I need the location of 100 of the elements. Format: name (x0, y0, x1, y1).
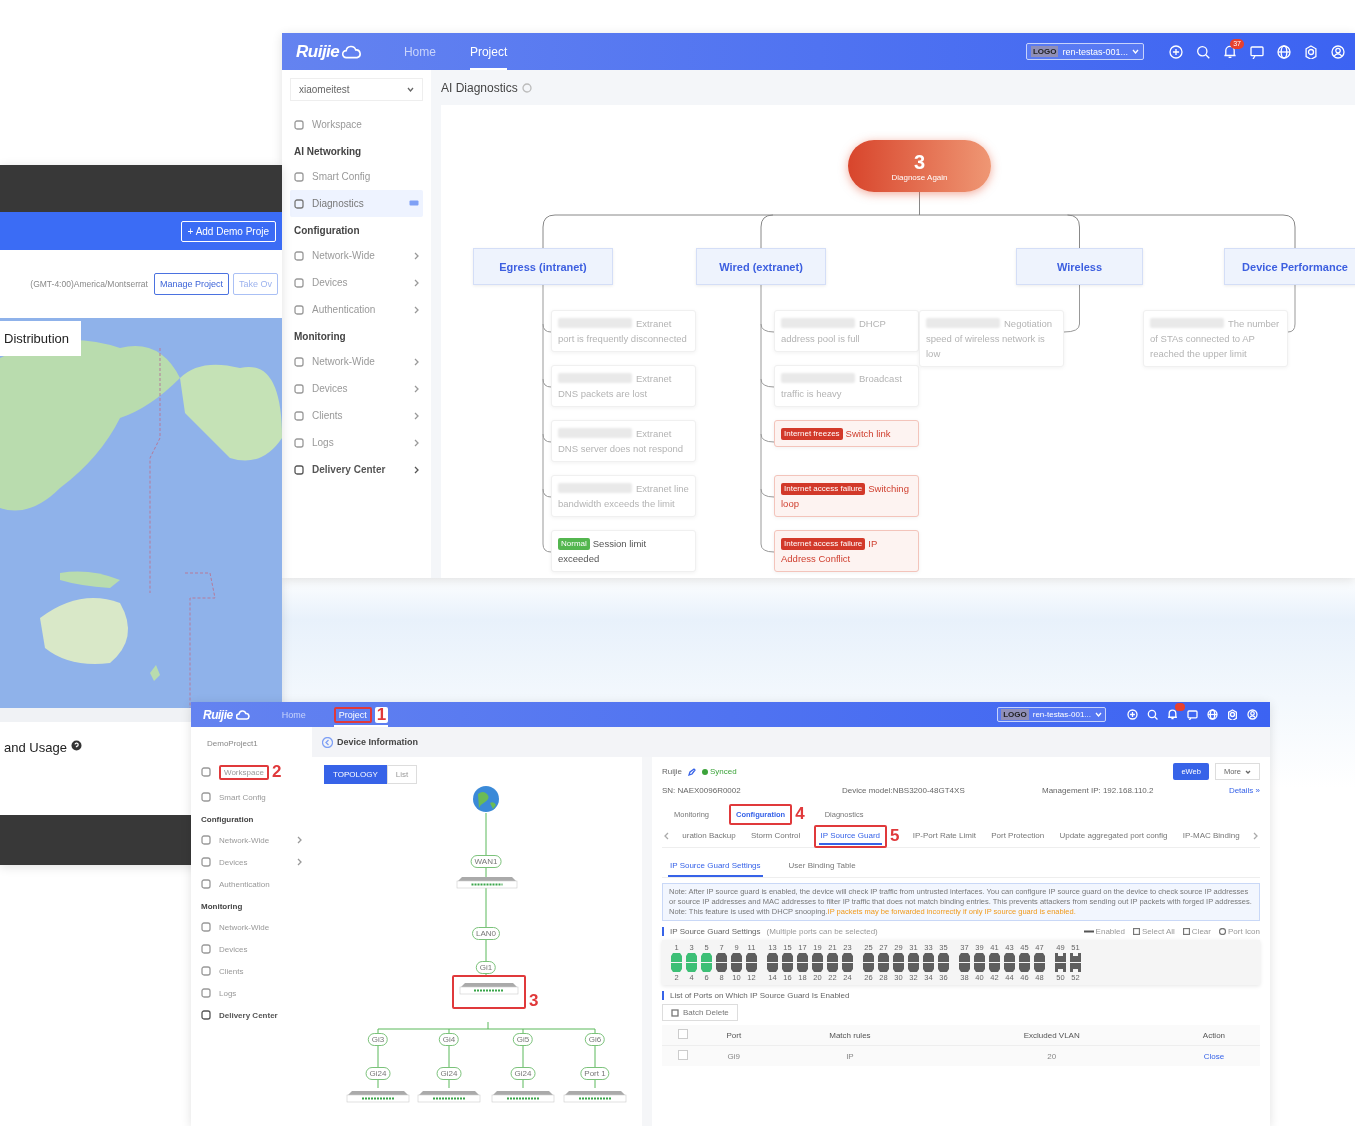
port-icon[interactable] (842, 953, 853, 962)
port-icon[interactable] (863, 953, 874, 962)
port-icon[interactable] (767, 953, 778, 962)
add-icon[interactable] (1127, 709, 1138, 720)
port-icon[interactable] (908, 953, 919, 962)
sidebar-item[interactable]: Clients (290, 402, 423, 429)
sidebar-item[interactable]: Clients (197, 960, 306, 982)
tab[interactable]: IP Source Guard Settings (668, 856, 763, 877)
user-icon[interactable] (1331, 44, 1345, 59)
sub-tab[interactable]: Update aggregated port config (1057, 827, 1170, 845)
checkbox[interactable] (677, 1050, 688, 1060)
message-icon[interactable] (1250, 44, 1264, 59)
port-icon[interactable] (893, 953, 904, 962)
sidebar-item[interactable]: Devices (290, 269, 423, 296)
edit-icon[interactable] (688, 767, 696, 776)
port-icon[interactable] (974, 963, 985, 972)
nav-tab[interactable]: Home (281, 709, 306, 720)
globe-icon[interactable] (1207, 709, 1218, 720)
sidebar-item[interactable]: Logs (197, 982, 306, 1004)
sidebar-item[interactable]: Network-Wide (197, 916, 306, 938)
project-select[interactable]: LOGO ren-testas-001... (997, 707, 1106, 722)
sidebar-item[interactable]: Authentication (290, 296, 423, 323)
sidebar-item[interactable]: Smart Config (197, 786, 306, 808)
port-icon[interactable] (1034, 963, 1045, 972)
port-icon[interactable] (1019, 963, 1030, 972)
sub-tab[interactable]: Port Protection (989, 827, 1047, 845)
port-icon[interactable] (1019, 953, 1030, 962)
sub-tab[interactable]: IP-Port Rate Limit (910, 827, 978, 845)
port-icon[interactable] (731, 953, 742, 962)
port-icon[interactable] (974, 953, 985, 962)
settings-icon[interactable] (1304, 44, 1318, 59)
port-icon[interactable] (1055, 963, 1066, 972)
sidebar-item[interactable]: Diagnostics (290, 190, 423, 217)
nav-tab[interactable]: Home (403, 44, 436, 59)
port-icon[interactable] (938, 963, 949, 972)
port-icon[interactable] (959, 953, 970, 962)
sidebar-item[interactable]: Authentication (197, 873, 306, 895)
port-icon[interactable] (923, 963, 934, 972)
project-select[interactable]: LOGO ren-testas-001... (1025, 43, 1144, 60)
add-icon[interactable] (1169, 44, 1183, 59)
user-icon[interactable] (1247, 709, 1258, 720)
sidebar-item[interactable]: Delivery Center (290, 456, 423, 483)
port-icon[interactable] (797, 953, 808, 962)
project-button[interactable]: Manage Project (153, 273, 229, 295)
port-icon[interactable] (746, 963, 757, 972)
port-icon[interactable] (878, 963, 889, 972)
port-icon[interactable] (746, 953, 757, 962)
checkbox[interactable] (677, 1029, 688, 1039)
port-icon[interactable] (893, 963, 904, 972)
port-icon[interactable] (923, 953, 934, 962)
port-icon[interactable] (1004, 953, 1015, 962)
sidebar-item[interactable]: Devices (197, 851, 306, 873)
sidebar-item[interactable]: Delivery Center (197, 1004, 306, 1026)
legend-label[interactable]: Port Icon (1228, 927, 1260, 936)
view-tab[interactable]: List (386, 765, 418, 784)
port-icon[interactable] (1070, 963, 1081, 972)
port-icon[interactable] (989, 963, 1000, 972)
settings-icon[interactable] (1227, 709, 1238, 720)
port-icon[interactable] (1034, 953, 1045, 962)
sidebar-item[interactable]: Network-Wide (197, 829, 306, 851)
port-icon[interactable] (863, 963, 874, 972)
sidebar-item[interactable]: Devices (197, 938, 306, 960)
diagnose-again-button[interactable]: 3 Diagnose Again (848, 140, 991, 192)
details-link[interactable]: Details » (1228, 786, 1260, 795)
bell-icon[interactable] (1223, 44, 1237, 59)
port-icon[interactable] (938, 953, 949, 962)
legend-label[interactable]: Clear (1191, 927, 1211, 936)
port-icon[interactable] (908, 963, 919, 972)
port-icon[interactable] (878, 953, 889, 962)
nav-tab[interactable]: Project (469, 44, 508, 59)
message-icon[interactable] (1187, 709, 1198, 720)
sidebar-item[interactable]: Network-Wide (290, 242, 423, 269)
port-icon[interactable] (716, 963, 727, 972)
port-icon[interactable] (782, 953, 793, 962)
sidebar-item[interactable]: Logs (290, 429, 423, 456)
sub-tab[interactable]: Storm Control (748, 827, 803, 845)
port-icon[interactable] (716, 953, 727, 962)
project-select[interactable]: xiaomeitest (290, 78, 423, 101)
close-link[interactable]: Close (1203, 1051, 1225, 1061)
port-icon[interactable] (989, 953, 1000, 962)
port-icon[interactable] (959, 963, 970, 972)
port-icon[interactable] (731, 963, 742, 972)
port-icon[interactable] (1004, 963, 1015, 972)
port-icon[interactable] (812, 963, 823, 972)
legend-label[interactable]: Select All (1141, 927, 1175, 936)
sidebar-item[interactable]: Workspace 2 (197, 758, 306, 786)
search-icon[interactable] (1147, 709, 1158, 720)
sidebar-item[interactable]: Network-Wide (290, 348, 423, 375)
view-tab[interactable]: TOPOLOGY (324, 765, 387, 784)
tab[interactable]: User Binding Table (786, 856, 858, 877)
bell-icon[interactable] (1167, 709, 1178, 720)
add-demo-project-button[interactable]: + Add Demo Proje (180, 220, 276, 242)
port-icon[interactable] (812, 953, 823, 962)
port-icon[interactable] (842, 963, 853, 972)
search-icon[interactable] (1196, 44, 1210, 59)
port-icon[interactable] (827, 953, 838, 962)
port-icon[interactable] (782, 963, 793, 972)
sidebar-item[interactable]: Devices (290, 375, 423, 402)
port-icon[interactable] (1070, 953, 1081, 962)
globe-icon[interactable] (1277, 44, 1291, 59)
